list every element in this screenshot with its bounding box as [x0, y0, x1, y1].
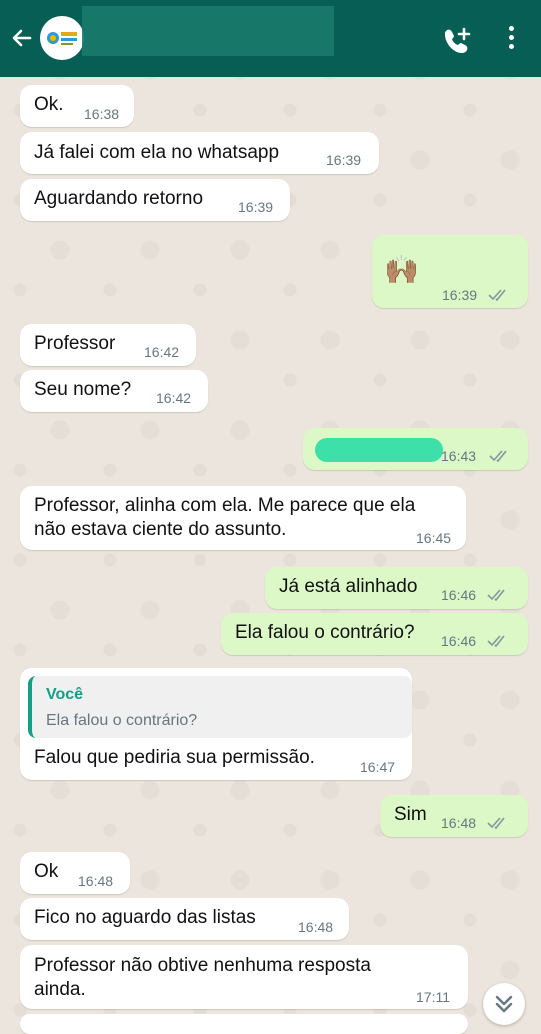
message-bubble[interactable]: Professor 16:42 — [20, 324, 196, 366]
message-bubble[interactable]: Professor não obtive nenhuma resposta ai… — [20, 945, 468, 1009]
message-bubble[interactable]: 16:43 — [303, 428, 528, 470]
message-bubble[interactable]: Professor, alinha com ela. Me parece que… — [20, 486, 466, 550]
quoted-message[interactable]: Você Ela falou o contrário? — [28, 676, 412, 738]
quote-author: Você — [46, 686, 84, 703]
message-text: ainda. — [34, 979, 86, 1000]
message-bubble-reply[interactable]: Você Ela falou o contrário? Falou que pe… — [20, 668, 412, 780]
message-time: 16:39 — [442, 287, 478, 303]
message-bubble[interactable]: Seu nome? 16:42 — [20, 370, 208, 412]
message-time: 16:46 — [441, 587, 477, 603]
contact-name-redacted[interactable] — [82, 6, 334, 56]
message-text: Professor — [34, 333, 116, 354]
message-bubble[interactable]: Ok. 16:38 — [20, 85, 134, 127]
message-text: Aguardando retorno — [34, 188, 204, 209]
message-time: 16:43 — [441, 448, 477, 464]
double-check-icon — [489, 450, 507, 462]
message-time: 16:39 — [238, 199, 274, 215]
double-check-icon — [487, 635, 505, 647]
redacted-text — [315, 438, 443, 462]
double-check-icon — [487, 589, 505, 601]
message-time: 16:39 — [326, 152, 362, 168]
message-bubble[interactable]: Sim 16:48 — [380, 795, 528, 837]
message-text: Fico no aguardo das listas — [34, 907, 256, 928]
message-emoji: 🙌🏽 — [384, 254, 419, 285]
avatar[interactable] — [40, 16, 84, 60]
message-text: Sim — [394, 804, 427, 825]
arrow-left-icon[interactable] — [8, 24, 36, 52]
message-time: 16:48 — [298, 919, 334, 935]
message-time: 16:48 — [78, 873, 114, 889]
double-chevron-down-icon — [495, 995, 513, 1013]
message-bubble[interactable]: Fico no aguardo das listas 16:48 — [20, 898, 349, 940]
message-time: 17:11 — [416, 989, 450, 1005]
scroll-to-bottom-button[interactable] — [483, 983, 525, 1025]
double-check-icon — [488, 289, 506, 301]
message-time: 16:46 — [441, 633, 477, 649]
add-call-icon[interactable] — [442, 26, 472, 54]
message-text: Ela falou o contrário? — [235, 622, 415, 643]
message-text: Ok. — [34, 94, 64, 115]
message-text: Já está alinhado — [279, 576, 418, 597]
message-text: Falou que pediria sua permissão. — [34, 747, 315, 768]
message-text: Já falei com ela no whatsapp — [34, 142, 280, 163]
message-bubble[interactable]: Ok 16:48 — [20, 852, 130, 894]
message-bubble[interactable]: Aguardando retorno 16:39 — [20, 179, 290, 221]
message-bubble[interactable]: Ela falou o contrário? 16:46 — [221, 613, 528, 655]
message-text: Professor, alinha com ela. Me parece que… — [34, 495, 416, 516]
school-logo — [47, 32, 77, 45]
message-bubble[interactable]: Já está alinhado 16:46 — [265, 567, 528, 609]
quote-text: Ela falou o contrário? — [46, 712, 198, 729]
message-text: não estava ciente do assunto. — [34, 519, 287, 540]
message-text: Professor não obtive nenhuma resposta — [34, 955, 371, 976]
message-text: Ok — [34, 861, 59, 882]
message-time: 16:47 — [360, 759, 396, 775]
message-bubble-partial[interactable] — [20, 1014, 468, 1034]
message-time: 16:42 — [156, 390, 192, 406]
double-check-icon — [487, 817, 505, 829]
message-text: Seu nome? — [34, 379, 132, 400]
message-bubble[interactable]: Já falei com ela no whatsapp 16:39 — [20, 132, 379, 174]
message-time: 16:48 — [441, 815, 477, 831]
message-bubble[interactable]: 🙌🏽 16:39 — [372, 235, 528, 308]
message-time: 16:42 — [144, 344, 180, 360]
more-vertical-icon[interactable] — [503, 26, 519, 54]
chat-header — [0, 0, 541, 77]
message-time: 16:45 — [416, 530, 452, 546]
message-time: 16:38 — [84, 106, 120, 122]
